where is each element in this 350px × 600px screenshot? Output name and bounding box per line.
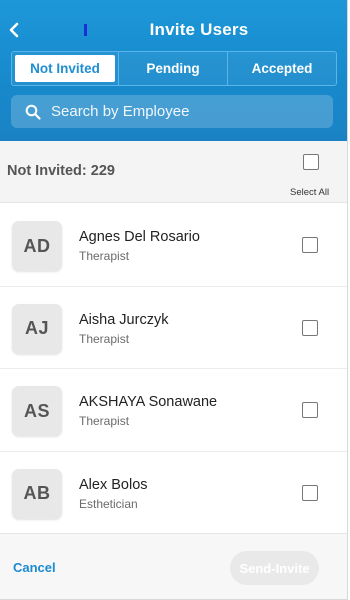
send-invite-button[interactable]: Send-Invite <box>230 551 319 585</box>
user-role: Esthetician <box>79 496 138 511</box>
user-row[interactable]: AS AKSHAYA Sonawane Therapist <box>0 369 347 452</box>
tab-accepted[interactable]: Accepted <box>227 52 336 85</box>
user-name: Aisha Jurczyk <box>79 311 169 328</box>
tab-bar: Not Invited Pending Accepted <box>11 51 337 86</box>
avatar: AB <box>12 468 62 519</box>
search-bar <box>11 95 333 128</box>
user-row[interactable]: AB Alex Bolos Esthetician <box>0 451 347 534</box>
avatar: AD <box>12 221 62 271</box>
footer: Cancel Send-Invite <box>0 533 347 599</box>
page-title-text: Invite Users <box>149 20 249 39</box>
user-role: Therapist <box>79 331 130 346</box>
cancel-button[interactable]: Cancel <box>13 560 56 575</box>
user-name: AKSHAYA Sonawane <box>79 394 218 410</box>
invite-users-screen: Invite Users Not Invited Pending Accepte… <box>0 0 348 600</box>
tab-not-invited[interactable]: Not Invited <box>15 55 115 82</box>
user-name: Alex Bolos <box>79 476 148 493</box>
user-checkbox[interactable] <box>302 237 318 253</box>
select-all-label: Select All <box>290 187 330 198</box>
user-row[interactable]: AD Agnes Del Rosario Therapist <box>0 204 347 287</box>
header: Invite Users Not Invited Pending Accepte… <box>0 0 347 141</box>
tab-pending[interactable]: Pending <box>118 52 227 85</box>
user-name: Agnes Del Rosario <box>79 229 200 245</box>
not-invited-count: Not Invited: 229 <box>7 163 115 179</box>
user-role: Therapist <box>79 249 130 263</box>
search-input[interactable] <box>51 103 311 120</box>
page-title: Invite Users <box>0 20 347 40</box>
user-role: Therapist <box>79 414 130 428</box>
avatar: AS <box>12 386 62 436</box>
user-row[interactable]: AJ Aisha Jurczyk Therapist <box>0 286 347 369</box>
user-checkbox[interactable] <box>302 484 318 501</box>
select-all-checkbox[interactable] <box>303 154 319 170</box>
avatar: AJ <box>12 303 62 354</box>
user-checkbox[interactable] <box>302 402 318 418</box>
user-list: AD Agnes Del Rosario Therapist AJ Aisha … <box>0 204 347 534</box>
search-icon <box>25 104 41 120</box>
user-checkbox[interactable] <box>302 319 318 336</box>
